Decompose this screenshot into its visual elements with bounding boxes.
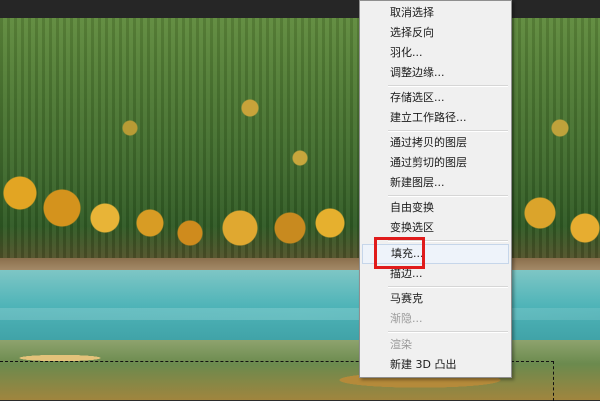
menu-separator [388, 85, 508, 87]
menu-item-new-3d-extrusion[interactable]: 新建 3D 凸出 [360, 355, 511, 375]
menu-separator [388, 286, 508, 288]
annotation-highlight-box [374, 237, 425, 269]
menu-item-layer-via-cut[interactable]: 通过剪切的图层 [360, 153, 511, 173]
menu-item-fade: 渐隐... [390, 312, 423, 325]
menu-item-new-layer[interactable]: 新建图层... [360, 173, 511, 193]
menu-item-make-work-path[interactable]: 建立工作路径... [360, 108, 511, 128]
menu-item-layer-via-copy[interactable]: 通过拷贝的图层 [360, 133, 511, 153]
menu-item-transform-selection[interactable]: 变换选区 [360, 218, 511, 238]
menu-separator [388, 331, 508, 333]
menu-separator [388, 195, 508, 197]
menu-item-free-transform[interactable]: 自由变换 [360, 198, 511, 218]
context-menu: 取消选择 选择反向 羽化... 调整边缘... 存储选区... 建立工作路径..… [359, 0, 512, 378]
menu-separator [388, 130, 508, 132]
menu-item-refine-edge[interactable]: 调整边缘... [360, 63, 511, 83]
menu-item-save-selection[interactable]: 存储选区... [360, 88, 511, 108]
menu-item-select-inverse[interactable]: 选择反向 [360, 23, 511, 43]
menu-item-render: 渲染 [390, 338, 412, 351]
menu-item-feather[interactable]: 羽化... [360, 43, 511, 63]
menu-item-deselect[interactable]: 取消选择 [360, 3, 511, 23]
menu-item-mosaic[interactable]: 马赛克 [360, 289, 511, 309]
